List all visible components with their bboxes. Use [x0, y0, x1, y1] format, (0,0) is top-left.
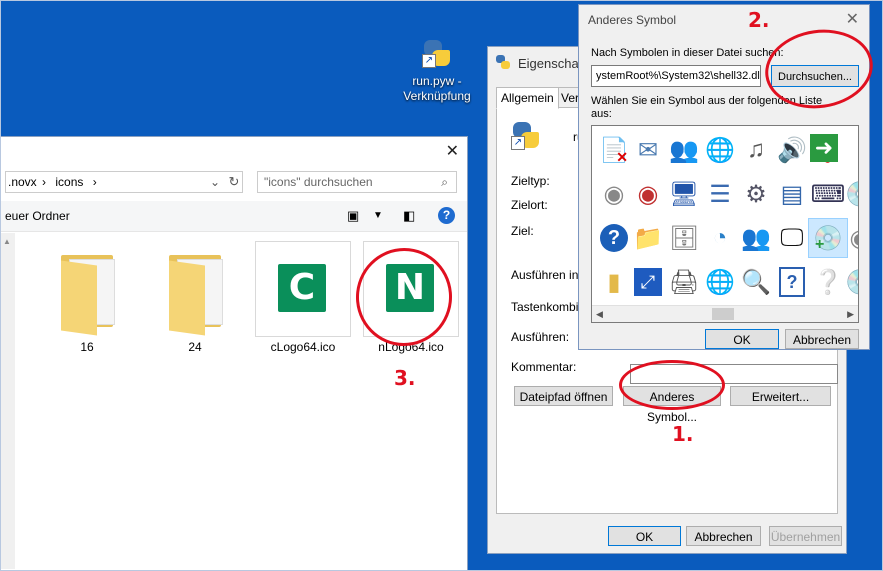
- scroll-up-icon[interactable]: ▲: [3, 237, 11, 246]
- search-window-icon[interactable]: 🔍: [736, 262, 776, 302]
- dialog-ok-button[interactable]: OK: [705, 329, 779, 349]
- icon-list[interactable]: 📄✕ ✉ 👥 🌐 ♫ 🔊 ❓ ➜ ◉ ◉ 🖥 ☰ ⚙ ▤ ⌨ 💿 ? 📁 🗄 ◔…: [591, 125, 859, 323]
- monitor-color-icon[interactable]: 🖥: [664, 174, 704, 214]
- scroll-right-icon[interactable]: ▶: [847, 306, 854, 322]
- disc-edge2-icon[interactable]: ◉: [840, 218, 858, 258]
- file-item-folder-16[interactable]: 16: [39, 241, 135, 354]
- abbrechen-button[interactable]: Abbrechen: [686, 526, 761, 546]
- window-gear-icon[interactable]: ⚙: [736, 174, 776, 214]
- tab-allgemein[interactable]: Allgemein: [496, 87, 559, 109]
- preview-pane-icon[interactable]: ◧: [403, 208, 415, 224]
- icon-file-path-input[interactable]: ystemRoot%\System32\shell32.dll: [591, 65, 761, 87]
- scroll-left-icon[interactable]: ◀: [596, 306, 603, 322]
- search-placeholder: "icons" durchsuchen: [264, 175, 373, 189]
- annotation-step-3: 3.: [394, 366, 416, 390]
- desktop-shortcut-run[interactable]: ↗ run.pyw - Verknüpfung: [398, 38, 476, 104]
- file-item-clogo[interactable]: C cLogo64.ico: [255, 241, 351, 354]
- chevron-down-icon[interactable]: ▼: [373, 210, 383, 221]
- dialog-title: Anderes Symbol: [588, 13, 677, 27]
- close-icon[interactable]: ✕: [446, 141, 459, 161]
- window-title: Eigenschaft: [518, 56, 586, 71]
- file-name: 16: [80, 340, 94, 354]
- users-pair-icon[interactable]: 👥: [736, 218, 776, 258]
- mail-icon[interactable]: ✉: [628, 130, 668, 170]
- breadcrumb-part1[interactable]: .novx: [8, 175, 37, 189]
- network-icon[interactable]: 🌐: [700, 130, 740, 170]
- explorer-toolbar: euer Ordner ▣ ▼ ◧ ?: [1, 201, 467, 232]
- navigation-pane[interactable]: ▲: [1, 233, 15, 569]
- speaker-icon[interactable]: 🔊: [772, 130, 812, 170]
- file-name: 24: [188, 340, 202, 354]
- folder-icon: [147, 241, 243, 336]
- view-icon[interactable]: ▣: [347, 208, 359, 224]
- erweitert-button[interactable]: Erweitert...: [730, 386, 831, 406]
- list-icon[interactable]: ☰: [700, 174, 740, 214]
- pie-chart-icon[interactable]: ◔: [700, 218, 740, 258]
- python-file-icon: ↗: [511, 120, 541, 150]
- shortcut-label-line1: run.pyw -: [412, 74, 462, 88]
- help-page-icon[interactable]: ?: [772, 262, 812, 302]
- disc-red-icon[interactable]: ◉: [628, 174, 668, 214]
- printer-icon[interactable]: 🖨: [664, 262, 704, 302]
- file-item-folder-24[interactable]: 24: [147, 241, 243, 354]
- python-shortcut-icon: ↗: [420, 38, 454, 72]
- zieltyp-label: Zieltyp:: [511, 174, 550, 188]
- breadcrumb-part2[interactable]: icons: [55, 175, 83, 189]
- close-icon[interactable]: ✕: [846, 9, 859, 29]
- control-panel-icon[interactable]: ▤: [772, 174, 812, 214]
- dvd2-icon[interactable]: 💿: [840, 262, 858, 302]
- new-folder-button[interactable]: euer Ordner: [5, 209, 70, 223]
- refresh-icon[interactable]: ↻: [225, 171, 243, 193]
- installer-icon[interactable]: 🗄: [664, 218, 704, 258]
- monitor-dark-icon[interactable]: 🖵: [772, 218, 812, 258]
- python-icon: [496, 55, 510, 69]
- ausfuehren-in-label: Ausführen in:: [511, 268, 582, 282]
- clogo-icon: C: [278, 264, 326, 312]
- zielort-label: Zielort:: [511, 198, 548, 212]
- address-bar[interactable]: .novx › icons › ⌄: [5, 171, 243, 193]
- choose-icon-label-2: aus:: [591, 108, 612, 120]
- breadcrumb-sep: ›: [42, 175, 47, 189]
- ziel-label: Ziel:: [511, 224, 534, 238]
- horizontal-scrollbar[interactable]: ◀ ▶: [592, 305, 858, 322]
- help-icon[interactable]: ?: [438, 207, 455, 224]
- file-name: cLogo64.ico: [270, 340, 336, 354]
- dvd-icon[interactable]: 💿: [840, 174, 858, 214]
- kommentar-label: Kommentar:: [511, 360, 577, 374]
- annotation-ring-anderes-symbol: [619, 360, 725, 410]
- globe-clock-icon[interactable]: 🌐: [700, 262, 740, 302]
- explorer-window: ✕ .novx › icons › ⌄ ↻ "icons" durchsuche…: [0, 136, 468, 571]
- folder-icon: [39, 241, 135, 336]
- music-icon[interactable]: ♫: [736, 130, 776, 170]
- dateipfad-oeffnen-button[interactable]: Dateipfad öffnen: [514, 386, 613, 406]
- search-file-label: Nach Symbolen in dieser Datei suchen:: [591, 47, 784, 59]
- ausfuehren-label: Ausführen:: [511, 330, 570, 344]
- search-input[interactable]: "icons" durchsuchen ⌕: [257, 171, 457, 193]
- annotation-step-1: 1.: [672, 422, 694, 446]
- search-icon: ⌕: [441, 175, 448, 189]
- green-arrow-icon[interactable]: ➜: [810, 134, 838, 162]
- uebernehmen-button: Übernehmen: [769, 526, 842, 546]
- shortcut-label-line2: Verknüpfung: [403, 89, 471, 103]
- scroll-thumb[interactable]: [712, 308, 734, 320]
- folder-user-icon[interactable]: 📁: [628, 218, 668, 258]
- dialog-cancel-button[interactable]: Abbrechen: [785, 329, 859, 349]
- ok-button[interactable]: OK: [608, 526, 681, 546]
- annotation-step-2: 2.: [748, 8, 770, 32]
- chevron-down-icon[interactable]: ⌄: [210, 172, 220, 192]
- breadcrumb-chevron: ›: [92, 175, 97, 189]
- users-icon[interactable]: 👥: [664, 130, 704, 170]
- fullscreen-icon[interactable]: ⤢: [628, 262, 668, 302]
